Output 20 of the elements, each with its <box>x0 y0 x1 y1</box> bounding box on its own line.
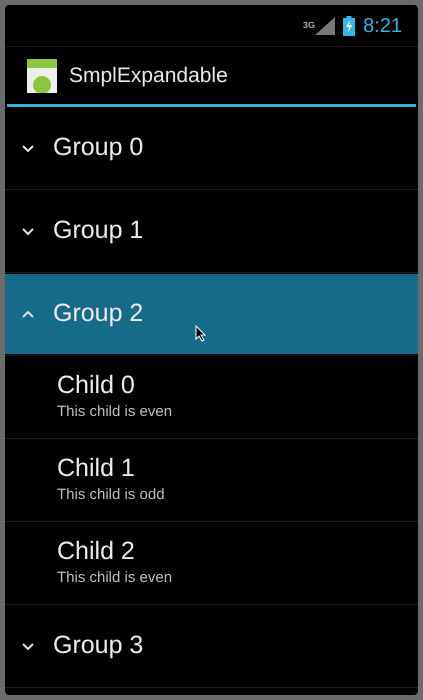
child-title: Child 1 <box>57 453 136 484</box>
app-icon <box>27 58 57 92</box>
battery-charging-icon <box>343 16 356 36</box>
group-row[interactable]: Group 2 <box>5 274 418 354</box>
group-row[interactable]: Group 0 <box>5 108 418 188</box>
child-row[interactable]: Child 0 This child is even <box>5 356 418 439</box>
child-subtitle: This child is even <box>57 402 174 422</box>
group-row[interactable]: Group 3 <box>5 606 418 686</box>
app-title: SmplExpandable <box>69 62 228 89</box>
child-title: Child 2 <box>57 536 136 568</box>
child-subtitle: This child is odd <box>57 485 166 506</box>
child-title: Child 0 <box>57 370 136 402</box>
child-row[interactable]: Child 1 This child is odd <box>5 439 418 522</box>
clock-time: 8:21 <box>363 14 402 38</box>
signal-icon <box>315 16 336 34</box>
mouse-cursor-icon <box>195 325 206 342</box>
child-subtitle: This child is even <box>57 568 174 588</box>
network-type: 3G <box>303 20 316 30</box>
group-row[interactable]: Group 1 <box>5 191 418 271</box>
child-row[interactable]: Child 2 This child is even <box>5 522 418 605</box>
